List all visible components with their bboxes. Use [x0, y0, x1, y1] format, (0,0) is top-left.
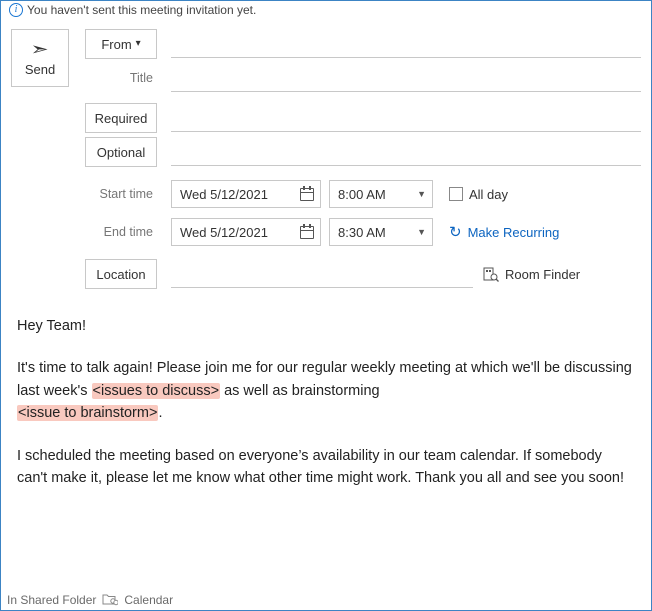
- send-icon: ➣: [31, 40, 49, 58]
- title-label: Title: [79, 63, 163, 93]
- make-recurring-button[interactable]: ↻ Make Recurring: [449, 225, 559, 240]
- start-time-label: Start time: [79, 179, 163, 209]
- send-button[interactable]: ➣ Send: [11, 29, 69, 87]
- from-input[interactable]: [171, 30, 641, 58]
- placeholder-issues[interactable]: <issues to discuss>: [92, 383, 221, 399]
- body-p1: Hey Team!: [17, 315, 635, 337]
- calendar-icon: [300, 226, 314, 239]
- end-time-label: End time: [79, 217, 163, 247]
- body-p3: I scheduled the meeting based on everyon…: [17, 445, 635, 490]
- end-time-picker[interactable]: 8:30 AM ▼: [329, 218, 433, 246]
- start-time-picker[interactable]: 8:00 AM ▼: [329, 180, 433, 208]
- message-body[interactable]: Hey Team! It's time to talk again! Pleas…: [1, 291, 651, 520]
- room-finder-button[interactable]: Room Finder: [483, 266, 580, 282]
- optional-label: Optional: [97, 145, 145, 160]
- placeholder-brainstorm[interactable]: <issue to brainstorm>: [17, 405, 158, 421]
- required-input[interactable]: [171, 104, 641, 132]
- optional-input[interactable]: [171, 138, 641, 166]
- all-day-toggle[interactable]: All day: [449, 187, 508, 202]
- calendar-folder-label: Calendar: [124, 593, 173, 607]
- end-date-value: Wed 5/12/2021: [180, 225, 268, 240]
- info-icon: i: [9, 3, 23, 17]
- info-text: You haven't sent this meeting invitation…: [27, 3, 256, 17]
- optional-button[interactable]: Optional: [85, 137, 157, 167]
- room-finder-icon: [483, 266, 499, 282]
- start-date-picker[interactable]: Wed 5/12/2021: [171, 180, 321, 208]
- all-day-checkbox[interactable]: [449, 187, 463, 201]
- status-bar: In Shared Folder Calendar: [1, 590, 651, 610]
- meeting-header: ➣ Send From ▾ Title Required: [1, 19, 651, 291]
- chevron-down-icon: ▼: [417, 190, 426, 199]
- location-input[interactable]: [171, 260, 473, 288]
- calendar-icon: [300, 188, 314, 201]
- recurring-label: Make Recurring: [468, 225, 560, 240]
- room-finder-label: Room Finder: [505, 267, 580, 282]
- end-time-value: 8:30 AM: [338, 225, 386, 240]
- shared-folder-label: In Shared Folder: [7, 593, 96, 607]
- chevron-down-icon: ▾: [136, 39, 141, 49]
- start-date-value: Wed 5/12/2021: [180, 187, 268, 202]
- folder-icon: [102, 592, 118, 609]
- required-button[interactable]: Required: [85, 103, 157, 133]
- from-label: From: [101, 37, 131, 52]
- chevron-down-icon: ▼: [417, 228, 426, 237]
- info-bar: i You haven't sent this meeting invitati…: [1, 1, 651, 19]
- start-time-value: 8:00 AM: [338, 187, 386, 202]
- required-label: Required: [95, 111, 148, 126]
- recurring-icon: ↻: [449, 225, 462, 240]
- location-label-text: Location: [96, 267, 145, 282]
- location-button[interactable]: Location: [85, 259, 157, 289]
- all-day-label: All day: [469, 187, 508, 202]
- end-date-picker[interactable]: Wed 5/12/2021: [171, 218, 321, 246]
- title-input[interactable]: [171, 64, 641, 92]
- send-label: Send: [25, 62, 55, 77]
- body-p2: It's time to talk again! Please join me …: [17, 357, 635, 424]
- from-button[interactable]: From ▾: [85, 29, 157, 59]
